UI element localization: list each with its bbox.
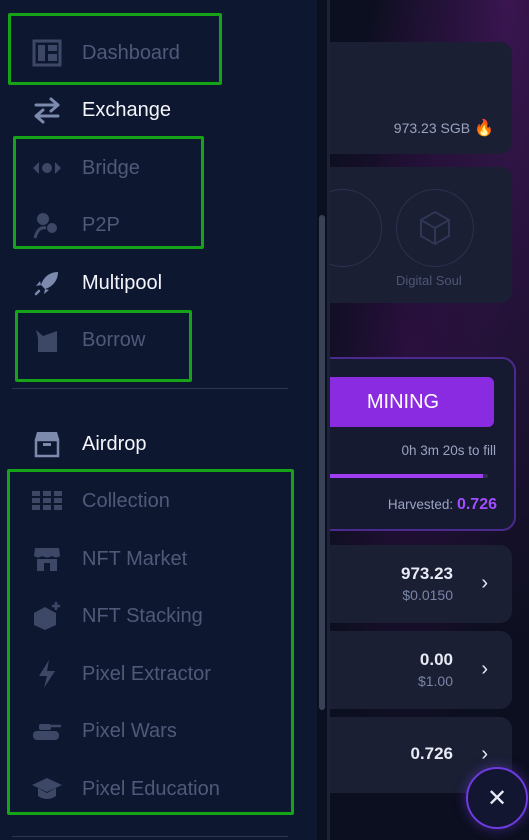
exchange-icon bbox=[30, 95, 64, 125]
flame-icon: 🔥 bbox=[474, 120, 494, 137]
mining-button[interactable]: MINING bbox=[312, 377, 494, 427]
box-icon bbox=[30, 429, 64, 459]
token-value: $1.00 bbox=[417, 673, 453, 689]
chevron-right-icon: › bbox=[481, 572, 488, 594]
sidebar-item-multipool[interactable]: Multipool bbox=[30, 266, 162, 300]
mining-progress-fill bbox=[312, 474, 483, 478]
token-amount: 0.00 bbox=[419, 650, 453, 669]
close-icon: ✕ bbox=[486, 784, 508, 812]
sidebar-item-label: Exchange bbox=[82, 98, 171, 121]
harvested-label: Harvested: bbox=[387, 497, 454, 512]
close-menu-button[interactable]: ✕ bbox=[466, 767, 528, 829]
rocket-icon bbox=[30, 268, 64, 298]
token-amount: 0.726 bbox=[410, 744, 453, 763]
sidebar-item-label: Airdrop bbox=[82, 432, 147, 455]
sidebar-divider bbox=[12, 836, 288, 837]
highlight-box-nft-section bbox=[7, 469, 294, 815]
harvested: Harvested: 0.726 bbox=[388, 496, 497, 514]
sidebar-divider bbox=[12, 388, 288, 389]
digital-soul-item[interactable] bbox=[396, 189, 474, 267]
highlight-box-borrow bbox=[15, 310, 192, 382]
chevron-right-icon: › bbox=[481, 658, 488, 680]
balance-value: 973.23 SGB bbox=[393, 120, 471, 136]
cube-icon bbox=[420, 210, 450, 246]
sidebar-item-airdrop[interactable]: Airdrop bbox=[30, 427, 146, 461]
sidebar-scrollbar[interactable] bbox=[317, 0, 327, 840]
scrollbar-thumb[interactable] bbox=[319, 215, 325, 710]
harvested-value: 0.726 bbox=[456, 496, 497, 513]
balance: 973.23 SGB 🔥 bbox=[394, 118, 494, 138]
digital-soul-label: Digital Soul bbox=[396, 273, 462, 288]
mining-progress bbox=[312, 474, 488, 478]
highlight-box-dashboard bbox=[8, 13, 222, 85]
sidebar-border bbox=[327, 0, 330, 840]
sidebar-item-label: Multipool bbox=[82, 271, 163, 294]
token-amount: 973.23 bbox=[401, 564, 453, 583]
token-value: $0.0150 bbox=[402, 587, 453, 603]
highlight-box-bridge-p2p bbox=[13, 136, 204, 249]
chevron-right-icon: › bbox=[481, 743, 488, 765]
fill-timer: 0h 3m 20s to fill bbox=[401, 443, 496, 458]
sidebar-item-exchange[interactable]: Exchange bbox=[30, 93, 171, 127]
